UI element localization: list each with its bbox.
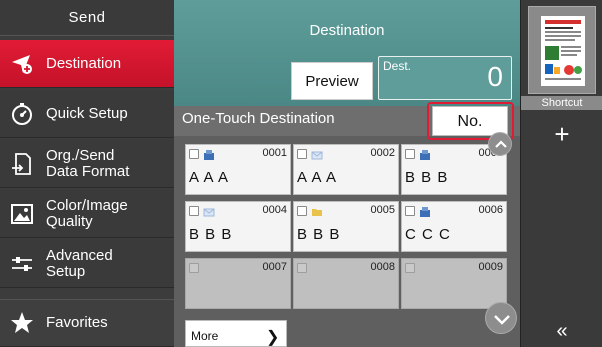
tile-name: C C C [405, 226, 451, 243]
sidebar-item-data-format[interactable]: Org./Send Data Format [0, 140, 174, 188]
tile-checkbox [297, 263, 307, 273]
tile-checkbox[interactable] [297, 149, 307, 159]
tile-checkbox[interactable] [297, 206, 307, 216]
tile-number: 0009 [478, 261, 503, 273]
tile-checkbox[interactable] [405, 206, 415, 216]
tile-name: A A A [297, 169, 338, 186]
email-icon [203, 205, 215, 217]
image-quality-icon [10, 202, 34, 226]
tile-checkbox[interactable] [405, 149, 415, 159]
shortcut-panel: Shortcut + « [520, 0, 602, 347]
chevron-right-icon: ❯ [266, 329, 280, 346]
fax-icon [203, 148, 215, 160]
add-shortcut-button[interactable]: + [542, 110, 582, 158]
sidebar-item-label: Org./Send Data Format [46, 146, 130, 180]
section-label: One-Touch Destination [182, 110, 335, 127]
collapse-panel-button[interactable]: « [542, 318, 582, 344]
fax-icon [419, 148, 431, 160]
tile-checkbox[interactable] [189, 149, 199, 159]
destination-tile[interactable]: 0006 C C C [401, 201, 507, 252]
preview-thumbnail[interactable] [528, 6, 596, 94]
tile-number: 0008 [370, 261, 395, 273]
dest-label: Dest. [383, 59, 412, 73]
destination-tile[interactable]: 0005 B B B [293, 201, 399, 252]
folder-icon [311, 205, 323, 217]
more-button[interactable]: More ❯ [185, 320, 287, 347]
tile-name: A A A [189, 169, 230, 186]
tile-number: 0005 [370, 204, 395, 216]
fax-icon [419, 205, 431, 217]
destination-tile-empty[interactable]: 0009 [401, 258, 507, 309]
tile-checkbox [189, 263, 199, 273]
scroll-down-button[interactable] [485, 302, 517, 334]
destination-tile[interactable]: 0004 B B B [185, 201, 291, 252]
sidebar: Send Destination Quick Setup Org./Send D… [0, 0, 174, 347]
tile-checkbox[interactable] [189, 206, 199, 216]
more-label: More [191, 329, 219, 343]
chevron-down-icon [494, 315, 510, 325]
tile-name: B B B [405, 169, 449, 186]
sidebar-item-destination[interactable]: Destination [0, 40, 174, 88]
destination-icon [10, 52, 34, 76]
destination-tile-empty[interactable]: 0007 [185, 258, 291, 309]
tile-number: 0007 [262, 261, 287, 273]
star-icon [10, 311, 34, 335]
destination-tile[interactable]: 0001 A A A [185, 144, 291, 195]
sidebar-item-label: Destination [46, 54, 122, 72]
document-thumbnail [541, 16, 585, 86]
dest-count: 0 [487, 61, 503, 92]
tile-number: 0006 [478, 204, 503, 216]
favorites-button[interactable]: Favorites [0, 299, 174, 347]
email-icon [311, 148, 323, 160]
sidebar-title: Send [0, 0, 174, 36]
data-format-icon [10, 152, 34, 176]
tile-checkbox [405, 263, 415, 273]
dest-counter[interactable]: Dest. 0 [378, 56, 512, 100]
destination-tile[interactable]: 0002 A A A [293, 144, 399, 195]
advanced-setup-icon [10, 252, 34, 276]
destination-tile-empty[interactable]: 0008 [293, 258, 399, 309]
tile-number: 0001 [262, 147, 287, 159]
tile-number: 0004 [262, 204, 287, 216]
tile-name: B B B [189, 226, 233, 243]
sidebar-item-label: Quick Setup [46, 104, 128, 122]
page-title: Destination [309, 22, 385, 39]
quick-setup-icon [10, 102, 34, 126]
favorites-label: Favorites [46, 314, 108, 331]
preview-button[interactable]: Preview [291, 62, 373, 100]
sidebar-item-advanced-setup[interactable]: Advanced Setup [0, 240, 174, 288]
chevron-up-icon [495, 140, 507, 148]
sidebar-item-quick-setup[interactable]: Quick Setup [0, 90, 174, 138]
sidebar-item-label: Advanced Setup [46, 246, 113, 280]
destination-panel: Destination Preview Dest. 0 One-Touch De… [174, 0, 520, 347]
tile-number: 0002 [370, 147, 395, 159]
tile-name: B B B [297, 226, 341, 243]
sidebar-item-label: Color/Image Quality [46, 196, 128, 230]
sidebar-item-image-quality[interactable]: Color/Image Quality [0, 190, 174, 238]
shortcut-label: Shortcut [521, 96, 602, 110]
scroll-up-button[interactable] [488, 132, 512, 156]
